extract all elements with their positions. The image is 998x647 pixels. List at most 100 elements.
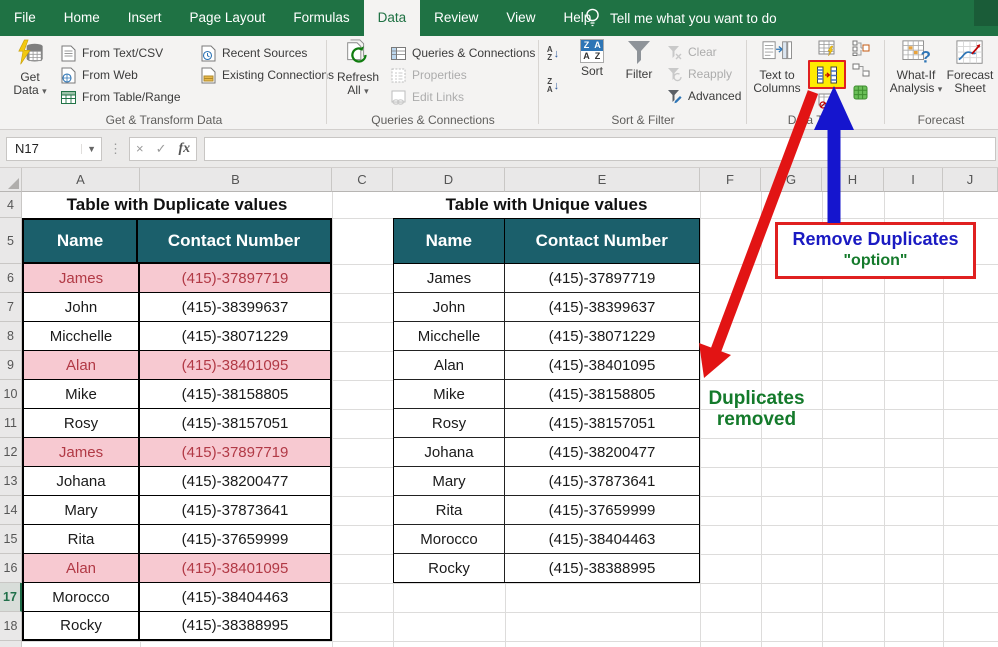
ribbon-tab[interactable]: Page Layout: [176, 0, 280, 36]
flash-fill-button[interactable]: [808, 38, 846, 58]
row-header[interactable]: 10: [0, 380, 22, 409]
formula-bar-splitter[interactable]: ⋮: [109, 141, 122, 157]
consolidate-button[interactable]: [852, 40, 870, 60]
column-header[interactable]: J: [943, 168, 998, 192]
contact-cell[interactable]: (415)-38388995: [140, 612, 330, 639]
from-text-csv-button[interactable]: From Text/CSV: [60, 42, 181, 64]
refresh-all-button[interactable]: Refresh All ▾: [332, 39, 384, 98]
data-validation-button[interactable]: [808, 91, 846, 111]
what-if-analysis-button[interactable]: ? What-If Analysis ▾: [888, 39, 944, 96]
contact-cell[interactable]: (415)-38200477: [140, 467, 330, 495]
contact-cell[interactable]: (415)-38399637: [505, 293, 699, 321]
header-name[interactable]: Name: [394, 219, 505, 263]
contact-cell[interactable]: (415)-37897719: [140, 264, 330, 292]
remove-duplicates-button[interactable]: [808, 60, 846, 89]
name-cell[interactable]: Micchelle: [394, 322, 505, 350]
name-cell[interactable]: Micchelle: [24, 322, 140, 350]
row-header[interactable]: 16: [0, 554, 22, 583]
row-header[interactable]: 19: [0, 641, 22, 647]
formula-input[interactable]: [204, 137, 996, 161]
name-box-dropdown-icon[interactable]: ▼: [81, 144, 101, 154]
name-cell[interactable]: Rosy: [24, 409, 140, 437]
sort-a-to-z-button[interactable]: AZ↓: [542, 44, 564, 64]
row-header[interactable]: 15: [0, 525, 22, 554]
name-cell[interactable]: James: [24, 438, 140, 466]
edit-links-button[interactable]: Edit Links: [390, 86, 535, 108]
name-cell[interactable]: Alan: [24, 351, 140, 379]
row-header[interactable]: 18: [0, 612, 22, 641]
contact-cell[interactable]: (415)-37873641: [140, 496, 330, 524]
cancel-button[interactable]: ×: [136, 141, 144, 156]
name-cell[interactable]: Mike: [394, 380, 505, 408]
name-cell[interactable]: Morocco: [24, 583, 140, 611]
name-cell[interactable]: Morocco: [394, 525, 505, 553]
row-header[interactable]: 4: [0, 192, 22, 218]
queries-connections-button[interactable]: Queries & Connections: [390, 42, 535, 64]
name-cell[interactable]: John: [24, 293, 140, 321]
forecast-sheet-button[interactable]: Forecast Sheet: [946, 39, 994, 95]
row-header[interactable]: 6: [0, 264, 22, 293]
tell-me-search[interactable]: Tell me what you want to do: [584, 0, 777, 36]
column-header[interactable]: I: [884, 168, 943, 192]
name-cell[interactable]: Mary: [394, 467, 505, 495]
from-web-button[interactable]: From Web: [60, 64, 181, 86]
contact-cell[interactable]: (415)-38401095: [140, 554, 330, 582]
contact-cell[interactable]: (415)-38200477: [505, 438, 699, 466]
name-cell[interactable]: Alan: [24, 554, 140, 582]
name-cell[interactable]: Johana: [24, 467, 140, 495]
ribbon-tab[interactable]: File: [0, 0, 50, 36]
clear-filter-button[interactable]: Clear: [666, 41, 741, 63]
contact-cell[interactable]: (415)-38401095: [140, 351, 330, 379]
ribbon-tab[interactable]: Home: [50, 0, 114, 36]
row-header[interactable]: 11: [0, 409, 22, 438]
contact-cell[interactable]: (415)-38399637: [140, 293, 330, 321]
ribbon-tab[interactable]: View: [492, 0, 549, 36]
advanced-filter-button[interactable]: Advanced: [666, 85, 741, 107]
contact-cell[interactable]: (415)-38388995: [505, 554, 699, 582]
reapply-button[interactable]: Reapply: [666, 63, 741, 85]
ribbon-tab[interactable]: Review: [420, 0, 492, 36]
name-cell[interactable]: Rocky: [394, 554, 505, 582]
contact-cell[interactable]: (415)-38157051: [140, 409, 330, 437]
filter-button[interactable]: Filter: [616, 39, 662, 81]
properties-button[interactable]: Properties: [390, 64, 535, 86]
ribbon-tab[interactable]: Formulas: [279, 0, 363, 36]
ribbon-tab[interactable]: Insert: [114, 0, 176, 36]
column-header[interactable]: B: [140, 168, 332, 192]
header-contact-number[interactable]: Contact Number: [138, 220, 330, 262]
relationships-button[interactable]: [852, 62, 870, 82]
name-cell[interactable]: Rita: [24, 525, 140, 553]
column-header[interactable]: C: [332, 168, 393, 192]
row-header[interactable]: 17: [0, 583, 22, 612]
name-cell[interactable]: Rocky: [24, 612, 140, 639]
column-header[interactable]: E: [505, 168, 700, 192]
sort-z-to-a-button[interactable]: ZA↓: [542, 76, 564, 96]
column-header[interactable]: H: [822, 168, 884, 192]
text-to-columns-button[interactable]: Text to Columns: [750, 39, 804, 95]
recent-sources-button[interactable]: Recent Sources: [200, 42, 334, 64]
contact-cell[interactable]: (415)-38404463: [505, 525, 699, 553]
insert-function-button[interactable]: fx: [179, 141, 191, 157]
row-header[interactable]: 12: [0, 438, 22, 467]
contact-cell[interactable]: (415)-38404463: [140, 583, 330, 611]
row-header[interactable]: 8: [0, 322, 22, 351]
name-box[interactable]: N17 ▼: [6, 137, 102, 161]
contact-cell[interactable]: (415)-37897719: [505, 264, 699, 292]
name-cell[interactable]: Johana: [394, 438, 505, 466]
row-header[interactable]: 14: [0, 496, 22, 525]
name-cell[interactable]: James: [394, 264, 505, 292]
name-cell[interactable]: Alan: [394, 351, 505, 379]
name-cell[interactable]: Rosy: [394, 409, 505, 437]
column-header[interactable]: G: [761, 168, 822, 192]
row-header[interactable]: 5: [0, 218, 22, 264]
contact-cell[interactable]: (415)-38071229: [140, 322, 330, 350]
row-header[interactable]: 7: [0, 293, 22, 322]
row-header[interactable]: 9: [0, 351, 22, 380]
contact-cell[interactable]: (415)-37659999: [505, 496, 699, 524]
contact-cell[interactable]: (415)-38071229: [505, 322, 699, 350]
from-table-range-button[interactable]: From Table/Range: [60, 86, 181, 108]
ribbon-tab[interactable]: Data: [364, 0, 421, 36]
contact-cell[interactable]: (415)-37897719: [140, 438, 330, 466]
header-contact-number[interactable]: Contact Number: [505, 219, 700, 263]
get-data-button[interactable]: Get Data ▾: [6, 39, 54, 98]
